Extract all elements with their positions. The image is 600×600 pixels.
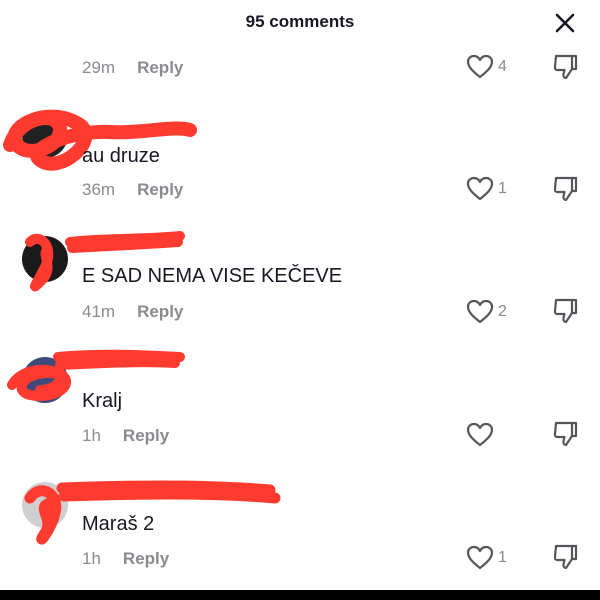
comment-text: E SAD NEMA VISE KEČEVE [82,265,343,287]
comment-item: au druze 36m Reply 1 [0,100,600,210]
avatar[interactable] [22,112,68,158]
heart-icon [466,545,494,570]
dislike-icon [553,54,578,80]
reply-button[interactable]: Reply [137,58,183,78]
comment-meta: 29m Reply [82,58,183,78]
like-button[interactable]: 2 [466,299,508,325]
comment-text: au druze [82,145,160,167]
reply-button[interactable]: Reply [137,302,183,322]
like-count: 1 [498,549,507,566]
comment-time: 41m [82,302,116,321]
comment-time: 36m [82,180,116,199]
comment-item: E SAD NEMA VISE KEČEVE 41m Reply 2 [0,222,600,332]
close-icon [555,13,575,33]
like-count: 1 [498,180,507,197]
like-count: 4 [498,58,507,75]
dislike-icon [553,421,578,447]
dislike-icon [553,544,578,570]
comments-header: 95 comments [0,0,600,46]
comment-time: 29m [82,58,116,77]
like-button[interactable]: 1 [466,176,508,202]
dislike-button[interactable] [552,543,578,576]
comment-time: 1h [82,549,101,568]
dislike-button[interactable] [552,53,578,86]
dislike-icon [553,298,578,324]
dislike-button[interactable] [552,297,578,330]
bottom-edge [0,590,600,600]
reply-button[interactable]: Reply [123,549,169,569]
comment-meta: 1h Reply [82,426,169,446]
comment-meta: 1h Reply [82,549,169,569]
comment-item: Maraš 2 1h Reply 1 [0,468,600,578]
heart-icon [466,54,494,79]
comment-meta: 36m Reply [82,180,183,200]
comments-count-title: 95 comments [245,12,355,31]
comment-meta: 41m Reply [82,302,183,322]
heart-icon [466,299,494,324]
comment-text: Maraš 2 [82,513,155,535]
reply-button[interactable]: Reply [137,180,183,200]
comment-item: 29m Reply 4 [0,50,600,90]
comment-time: 1h [82,426,101,445]
avatar[interactable] [22,236,68,282]
dislike-button[interactable] [552,420,578,453]
heart-icon [466,176,494,201]
comment-item: Kralj 1h Reply [0,345,600,455]
like-count: 2 [498,303,507,320]
close-button[interactable] [554,12,576,34]
like-button[interactable]: 1 [466,545,508,571]
dislike-icon [553,176,578,202]
like-button[interactable]: 4 [466,54,508,80]
avatar[interactable] [22,357,68,403]
comment-text: Kralj [82,390,123,412]
dislike-button[interactable] [552,175,578,208]
like-button[interactable] [466,422,508,448]
reply-button[interactable]: Reply [123,426,169,446]
avatar[interactable] [22,482,68,528]
heart-icon [466,422,494,447]
